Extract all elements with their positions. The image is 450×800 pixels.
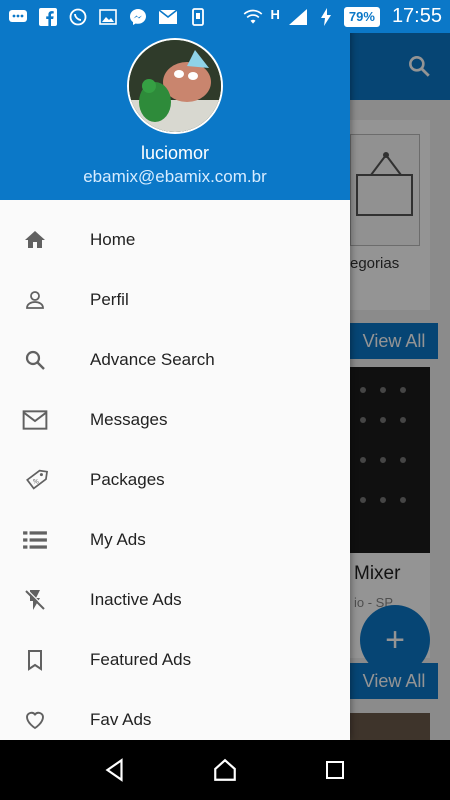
device-icon (188, 7, 208, 26)
menu-item-label: Featured Ads (90, 650, 192, 669)
menu-item-label: Advance Search (90, 350, 215, 369)
charging-icon (316, 7, 336, 26)
menu-item-inactive-ads[interactable]: Inactive Ads (0, 570, 350, 630)
menu-item-label: Packages (90, 470, 165, 489)
system-nav-bar (0, 740, 450, 800)
menu-item-home[interactable]: Home (0, 210, 350, 270)
mail-icon (158, 8, 178, 26)
clock: 17:55 (391, 5, 442, 27)
drawer-scrim[interactable] (350, 33, 450, 740)
menu-item-packages[interactable]: % Packages (0, 450, 350, 510)
menu-item-messages[interactable]: Messages (0, 390, 350, 450)
search-icon (0, 348, 90, 372)
drawer-menu: Home Perfil Advance Search Messages % Pa… (0, 210, 350, 750)
user-name: luciomor (140, 143, 210, 163)
battery-level: 79% (343, 6, 380, 27)
menu-item-advance-search[interactable]: Advance Search (0, 330, 350, 390)
home-button[interactable] (205, 750, 245, 790)
signal-icon (288, 8, 308, 26)
flash-off-icon (0, 588, 90, 612)
user-email: ebamix@ebamix.com.br (83, 167, 267, 186)
avatar[interactable] (127, 38, 223, 134)
list-icon (0, 529, 90, 551)
back-button[interactable] (95, 750, 135, 790)
messenger-icon (128, 8, 148, 26)
network-type: H (270, 7, 280, 22)
chat-icon (8, 8, 28, 26)
image-icon (98, 8, 118, 26)
person-icon (0, 288, 90, 312)
wifi-icon (243, 8, 263, 26)
bookmark-icon (0, 648, 90, 672)
home-icon (0, 228, 90, 252)
menu-item-label: Home (90, 230, 136, 249)
menu-item-label: Inactive Ads (90, 590, 182, 609)
menu-item-label: My Ads (90, 530, 146, 549)
recents-button[interactable] (315, 750, 355, 790)
facebook-icon (38, 7, 58, 26)
menu-item-label: Fav Ads (90, 710, 152, 729)
menu-item-featured-ads[interactable]: Featured Ads (0, 630, 350, 690)
whatsapp-icon (68, 8, 88, 26)
tag-icon: % (0, 467, 90, 493)
menu-item-label: Messages (90, 410, 168, 429)
menu-item-label: Perfil (90, 290, 129, 309)
status-bar: H 79% 17:55 (0, 0, 450, 33)
menu-item-perfil[interactable]: Perfil (0, 270, 350, 330)
heart-icon (0, 708, 90, 732)
mail-icon (0, 409, 90, 431)
navigation-drawer: luciomor ebamix@ebamix.com.br Home Perfi… (0, 0, 350, 740)
svg-text:%: % (33, 477, 39, 485)
menu-item-my-ads[interactable]: My Ads (0, 510, 350, 570)
